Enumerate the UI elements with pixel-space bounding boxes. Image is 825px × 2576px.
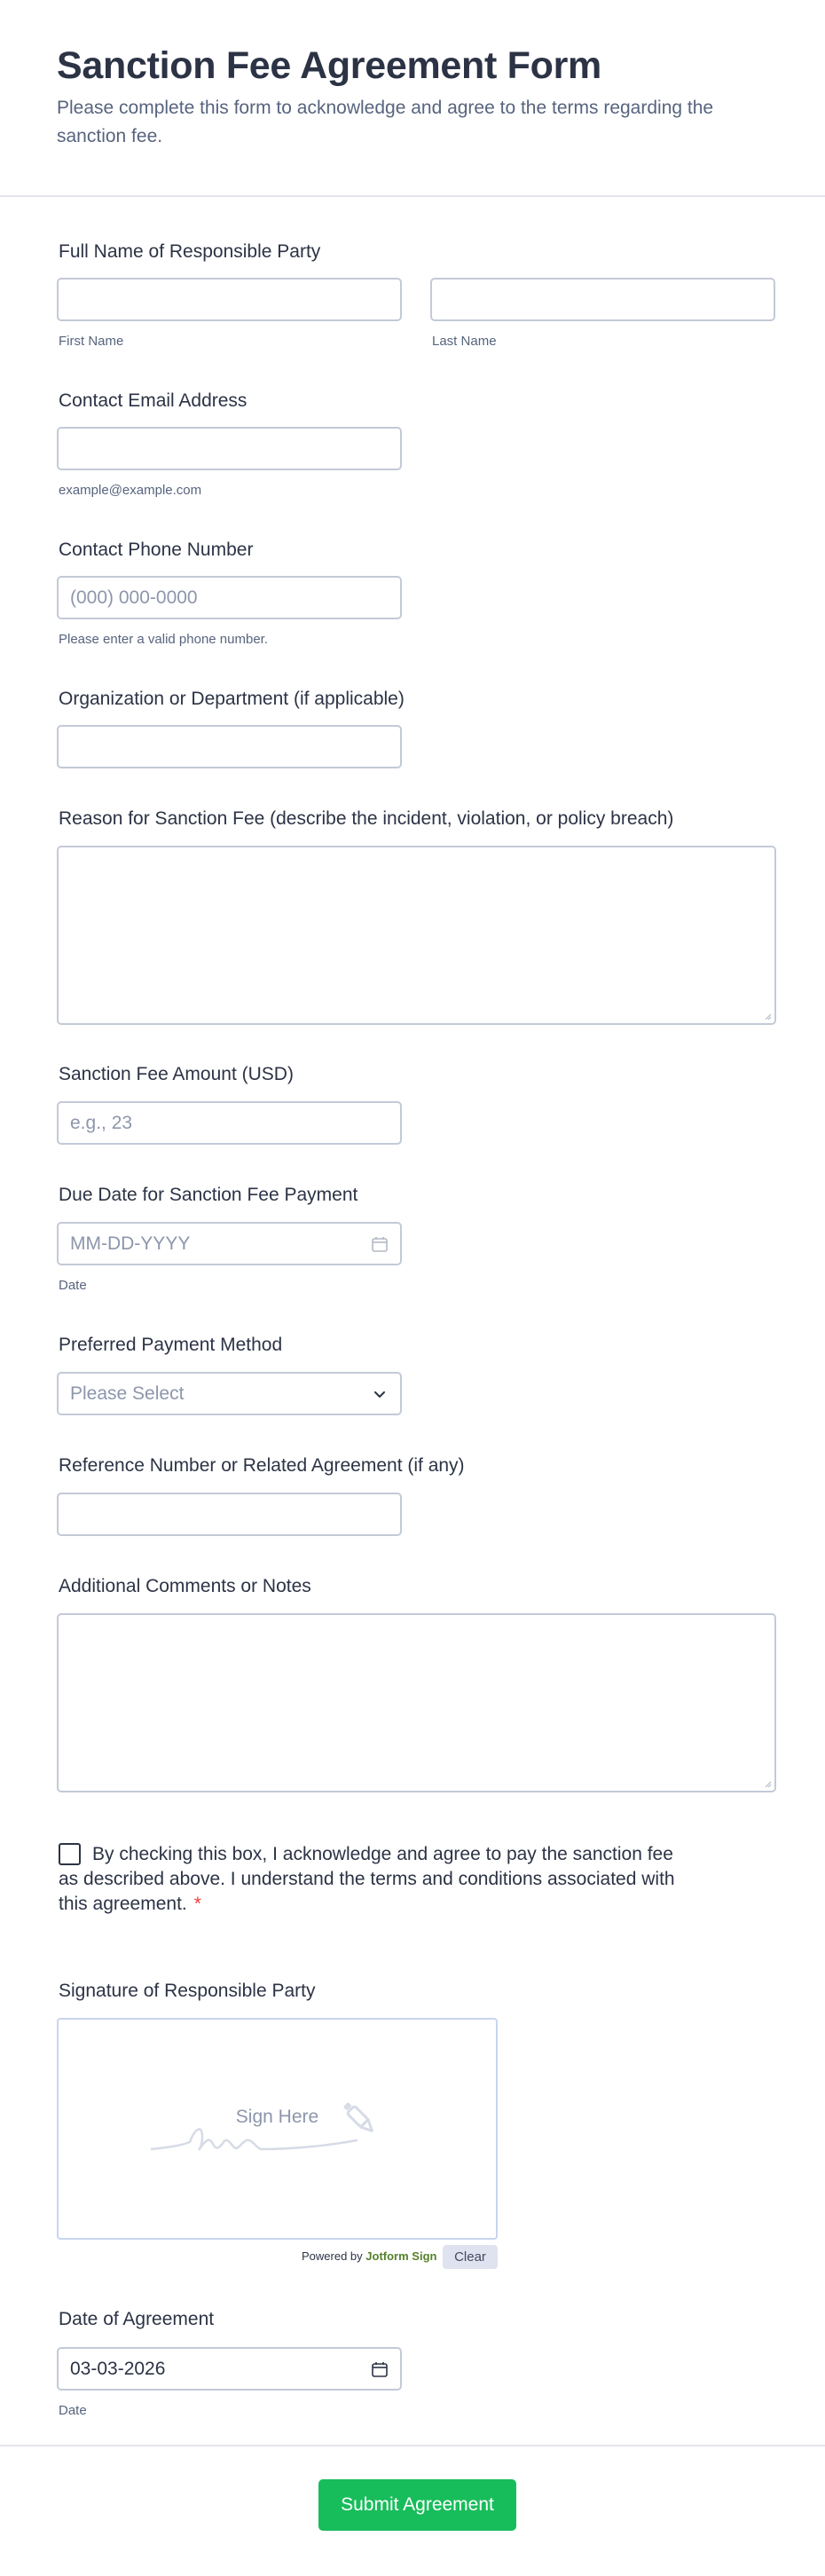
calendar-icon[interactable] bbox=[370, 1234, 389, 1254]
due-date-sublabel: Date bbox=[59, 1278, 87, 1293]
reason-textarea[interactable] bbox=[57, 846, 776, 1025]
signature-pen-icon bbox=[151, 2102, 373, 2151]
footer-divider bbox=[0, 2445, 825, 2446]
first-name-input[interactable] bbox=[57, 278, 402, 321]
amount-label: Sanction Fee Amount (USD) bbox=[59, 1064, 294, 1084]
payment-method-selected: Please Select bbox=[70, 1383, 185, 1404]
comments-textarea[interactable] bbox=[57, 1613, 776, 1792]
full-name-label: Full Name of Responsible Party bbox=[59, 241, 321, 262]
consent-text: By checking this box, I acknowledge and … bbox=[59, 1844, 675, 1914]
chevron-down-icon bbox=[374, 1391, 385, 1398]
email-label: Contact Email Address bbox=[59, 390, 248, 411]
due-date-input[interactable]: MM-DD-YYYY bbox=[57, 1222, 402, 1265]
amount-placeholder: e.g., 23 bbox=[70, 1113, 133, 1133]
last-name-sublabel: Last Name bbox=[432, 334, 497, 349]
agreement-date-label: Date of Agreement bbox=[59, 2309, 215, 2329]
amount-input[interactable]: e.g., 23 bbox=[57, 1101, 402, 1145]
agreement-date-input[interactable]: 03-03-2026 bbox=[57, 2347, 402, 2391]
phone-label: Contact Phone Number bbox=[59, 540, 254, 560]
required-asterisk: * bbox=[193, 1894, 201, 1914]
powered-brand-link[interactable]: Jotform Sign bbox=[365, 2249, 436, 2263]
phone-placeholder: (000) 000-0000 bbox=[70, 587, 198, 608]
payment-method-select[interactable]: Please Select bbox=[57, 1372, 402, 1415]
form-header: Sanction Fee Agreement Form Please compl… bbox=[0, 0, 825, 197]
reason-label: Reason for Sanction Fee (describe the in… bbox=[59, 808, 674, 829]
due-date-label: Due Date for Sanction Fee Payment bbox=[59, 1185, 358, 1205]
phone-sublabel: Please enter a valid phone number. bbox=[59, 632, 268, 647]
payment-method-label: Preferred Payment Method bbox=[59, 1335, 283, 1355]
powered-by-text: Powered by Jotform Sign bbox=[302, 2249, 436, 2263]
email-input[interactable] bbox=[57, 427, 402, 470]
agreement-date-sublabel: Date bbox=[59, 2403, 87, 2418]
consent-text-block: By checking this box, I acknowledge and … bbox=[59, 1842, 697, 1917]
clear-signature-button[interactable]: Clear bbox=[443, 2245, 498, 2269]
signature-pad[interactable]: Sign Here bbox=[57, 2018, 498, 2240]
agreement-date-value: 03-03-2026 bbox=[70, 2359, 166, 2379]
comments-label: Additional Comments or Notes bbox=[59, 1576, 311, 1596]
due-date-placeholder: MM-DD-YYYY bbox=[70, 1233, 191, 1254]
resize-grip-icon[interactable] bbox=[763, 1779, 772, 1788]
resize-grip-icon[interactable] bbox=[763, 1012, 772, 1020]
phone-input[interactable]: (000) 000-0000 bbox=[57, 576, 402, 619]
form-subtitle: Please complete this form to acknowledge… bbox=[57, 98, 714, 146]
submit-button[interactable]: Submit Agreement bbox=[318, 2479, 516, 2531]
organization-label: Organization or Department (if applicabl… bbox=[59, 689, 405, 709]
powered-prefix: Powered by bbox=[302, 2249, 363, 2263]
first-name-sublabel: First Name bbox=[59, 334, 124, 349]
last-name-input[interactable] bbox=[430, 278, 775, 321]
form-title: Sanction Fee Agreement Form bbox=[57, 44, 601, 87]
reference-input[interactable] bbox=[57, 1493, 402, 1536]
email-sublabel: example@example.com bbox=[59, 483, 202, 498]
calendar-icon[interactable] bbox=[370, 2359, 389, 2379]
reference-label: Reference Number or Related Agreement (i… bbox=[59, 1455, 465, 1476]
organization-input[interactable] bbox=[57, 725, 402, 768]
signature-label: Signature of Responsible Party bbox=[59, 1981, 316, 2001]
